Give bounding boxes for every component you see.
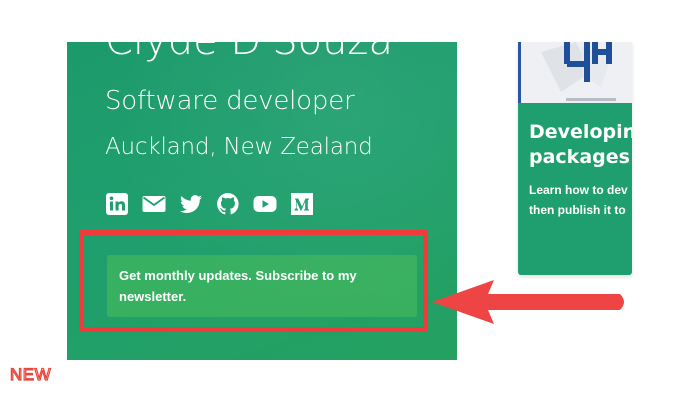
article-thumbnail-art: [541, 42, 616, 101]
article-description: Learn how to dev then publish it to: [529, 180, 632, 220]
profile-location: Auckland, New Zealand: [105, 134, 373, 160]
article-title-line-1: Developin: [529, 121, 632, 143]
youtube-icon: [253, 196, 277, 212]
social-link-email[interactable]: [142, 192, 166, 216]
highlight-frame: [79, 230, 428, 332]
social-link-youtube[interactable]: [253, 192, 277, 216]
medium-icon: [291, 193, 313, 215]
email-icon: [142, 196, 166, 212]
article-title-line-2: packages: [529, 146, 630, 168]
article-description-line-1: Learn how to dev: [529, 183, 628, 197]
github-icon: [217, 193, 239, 215]
social-link-linkedin[interactable]: [105, 192, 129, 216]
pointer-arrow: [432, 280, 624, 324]
social-link-twitter[interactable]: [179, 192, 203, 216]
linkedin-icon: [106, 193, 128, 215]
twitter-icon: [180, 195, 202, 214]
article-title[interactable]: Developin packages: [529, 120, 632, 170]
article-description-line-2: then publish it to: [529, 203, 626, 217]
social-link-medium[interactable]: [290, 192, 314, 216]
new-badge: NEW: [9, 364, 52, 384]
article-card[interactable]: Developin packages Learn how to dev then…: [518, 42, 632, 275]
profile-role: Software developer: [105, 86, 355, 116]
profile-name: Clyde D'Souza: [105, 42, 393, 64]
social-links: [105, 192, 314, 216]
social-link-github[interactable]: [216, 192, 240, 216]
article-thumbnail: [518, 42, 632, 103]
